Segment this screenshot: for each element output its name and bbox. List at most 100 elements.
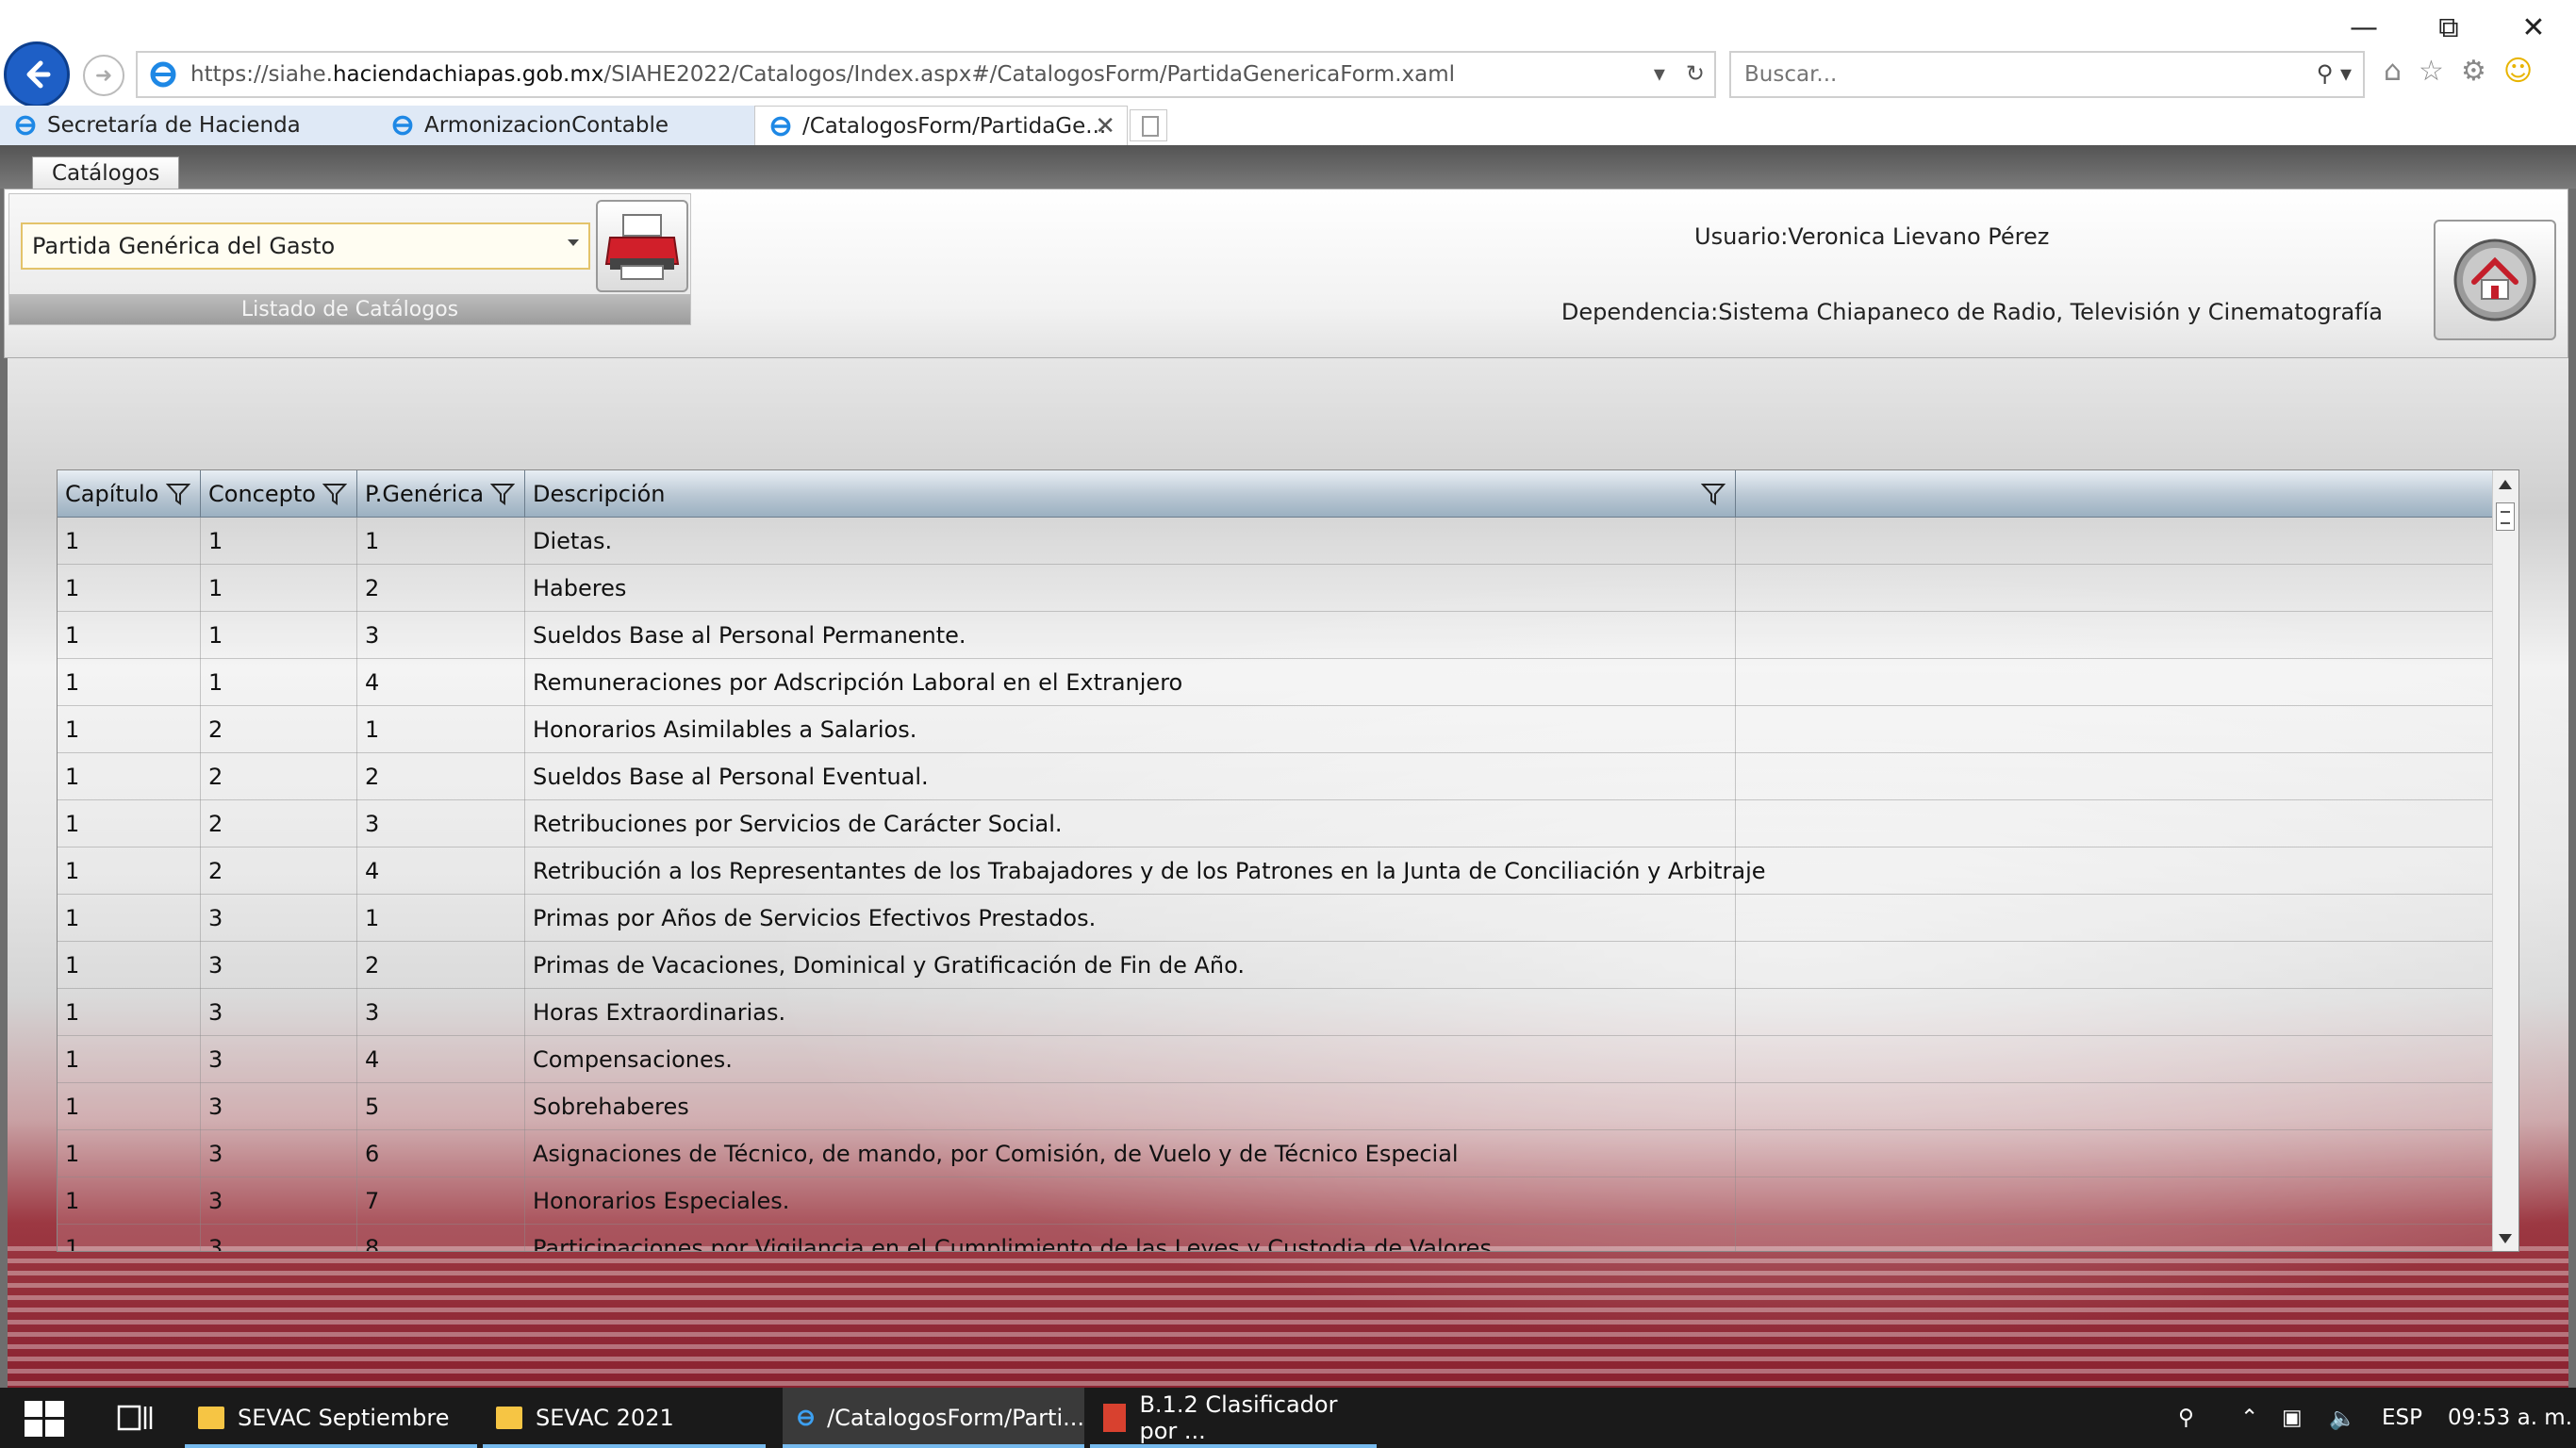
cell-capitulo: 1 (58, 659, 201, 706)
column-header-label: Descripción (533, 481, 666, 507)
search-bar[interactable]: ⚲ ▾ (1729, 51, 2365, 98)
address-dropdown-icon[interactable]: ▾ (1654, 60, 1665, 87)
cell-descripcion: Primas por Años de Servicios Efectivos P… (525, 895, 1736, 942)
cell-filler (1736, 1130, 2494, 1177)
vertical-scrollbar[interactable] (2492, 470, 2518, 1251)
cell-capitulo: 1 (58, 565, 201, 612)
table-row[interactable]: 1 3 4 Compensaciones. (58, 1036, 2494, 1083)
folder-icon (198, 1407, 224, 1429)
column-header-pgenerica[interactable]: P.Genérica (357, 470, 525, 518)
taskbar-item-clasificador-pdf[interactable]: B.1.2 Clasificador por ... (1090, 1388, 1377, 1448)
volume-icon[interactable]: 🔈 (2329, 1388, 2356, 1448)
cell-concepto: 3 (201, 1083, 357, 1130)
chevron-down-icon (568, 239, 579, 246)
address-bar[interactable]: https://siahe. haciendachiapas.gob.mx/SIA… (136, 51, 1716, 98)
people-icon[interactable]: ⚲ (2178, 1388, 2194, 1448)
tab-label: Secretaría de Hacienda (47, 113, 301, 138)
dependency-label: Dependencia: (1560, 299, 1719, 325)
gear-icon[interactable]: ⚙ (2461, 55, 2486, 88)
clock[interactable]: 09:53 a. m. (2448, 1388, 2572, 1448)
table-row[interactable]: 1 1 1 Dietas. (58, 518, 2494, 565)
cell-descripcion: Asignaciones de Técnico, de mando, por C… (525, 1130, 1736, 1177)
cell-concepto: 3 (201, 1177, 357, 1225)
table-row[interactable]: 1 1 2 Haberes (58, 565, 2494, 612)
cell-descripcion: Sobrehaberes (525, 1083, 1736, 1130)
search-icon[interactable]: ⚲ ▾ (2317, 60, 2352, 87)
cell-concepto: 1 (201, 565, 357, 612)
network-icon[interactable]: ▣ (2282, 1388, 2303, 1448)
taskbar-item-sevac-2021[interactable]: SEVAC 2021 (483, 1388, 766, 1448)
cell-descripcion: Compensaciones. (525, 1036, 1736, 1083)
table-row[interactable]: 1 3 2 Primas de Vacaciones, Dominical y Gra… (58, 942, 2494, 989)
table-row[interactable]: 1 1 3 Sueldos Base al Personal Permanente. (58, 612, 2494, 659)
table-row[interactable]: 1 3 8 Participaciones por Vigilancia en el … (58, 1225, 2494, 1251)
cell-filler (1736, 565, 2494, 612)
ie-icon (392, 115, 413, 136)
scroll-down-icon[interactable] (2499, 1234, 2512, 1243)
cell-pgenerica: 3 (357, 800, 525, 847)
windows-start-icon[interactable] (25, 1401, 64, 1437)
new-tab-button[interactable] (1130, 109, 1167, 141)
table-row[interactable]: 1 2 4 Retribución a los Representantes de l… (58, 847, 2494, 895)
cell-descripcion: Primas de Vacaciones, Dominical y Gratif… (525, 942, 1736, 989)
filter-icon[interactable] (1701, 482, 1726, 506)
table-row[interactable]: 1 1 4 Remuneraciones por Adscripción Labora… (58, 659, 2494, 706)
table-row[interactable]: 1 2 3 Retribuciones por Servicios de Caráct… (58, 800, 2494, 847)
back-button[interactable] (4, 41, 70, 107)
taskbar-item-ie-catalogos[interactable]: /CatalogosForm/Parti... (783, 1388, 1084, 1448)
column-header-filler (1736, 470, 2494, 518)
column-header-descripcion[interactable]: Descripción (525, 470, 1736, 518)
filter-icon[interactable] (490, 482, 515, 506)
table-row[interactable]: 1 3 6 Asignaciones de Técnico, de mando, po… (58, 1130, 2494, 1177)
catalog-select[interactable]: Partida Genérica del Gasto (21, 222, 590, 270)
cell-pgenerica: 4 (357, 1036, 525, 1083)
filter-icon[interactable] (166, 482, 190, 506)
home-browser-icon[interactable]: ⌂ (2384, 55, 2402, 88)
table-row[interactable]: 1 2 1 Honorarios Asimilables a Salarios. (58, 706, 2494, 753)
app-tab-row: Catálogos (0, 145, 2576, 189)
tab-catalogos-form[interactable]: /CatalogosForm/PartidaGe... ✕ (754, 106, 1128, 145)
refresh-icon[interactable]: ↻ (1686, 60, 1705, 87)
table-row[interactable]: 1 3 1 Primas por Años de Servicios Efectivo… (58, 895, 2494, 942)
back-arrow-icon (26, 60, 51, 89)
task-view-icon[interactable] (117, 1403, 153, 1433)
column-header-label: P.Genérica (365, 481, 485, 507)
forward-button[interactable]: ➜ (83, 55, 124, 96)
cell-concepto: 3 (201, 1225, 357, 1251)
cell-concepto: 2 (201, 847, 357, 895)
search-input[interactable] (1744, 62, 2235, 87)
language-indicator[interactable]: ESP (2382, 1388, 2422, 1448)
taskbar-item-label: SEVAC Septiembre (238, 1405, 450, 1431)
close-tab-icon[interactable]: ✕ (1095, 112, 1115, 140)
tab-secretaria-hacienda[interactable]: Secretaría de Hacienda (0, 106, 377, 145)
tab-catalogos[interactable]: Catálogos (32, 156, 180, 189)
catalog-group: Partida Genérica del Gasto Listado de Ca… (8, 193, 691, 325)
favorites-star-icon[interactable]: ☆ (2419, 55, 2444, 88)
table-row[interactable]: 1 3 3 Horas Extraordinarias. (58, 989, 2494, 1036)
table-row[interactable]: 1 2 2 Sueldos Base al Personal Eventual. (58, 753, 2494, 800)
filter-icon[interactable] (322, 482, 347, 506)
cell-concepto: 2 (201, 800, 357, 847)
taskbar-item-sevac-septiembre[interactable]: SEVAC Septiembre (185, 1388, 477, 1448)
table-row[interactable]: 1 3 5 Sobrehaberes (58, 1083, 2494, 1130)
cell-pgenerica: 8 (357, 1225, 525, 1251)
chevron-up-icon[interactable]: ⌃ (2240, 1388, 2258, 1448)
background-stripes (8, 1246, 2568, 1388)
column-header-label: Concepto (208, 481, 316, 507)
catalog-grid: Capítulo Concepto P.Genérica Descripción… (57, 469, 2519, 1252)
grid-header: Capítulo Concepto P.Genérica Descripción (58, 470, 2494, 518)
feedback-smiley-icon[interactable]: ☺ (2503, 55, 2533, 88)
column-header-concepto[interactable]: Concepto (201, 470, 357, 518)
tab-armonizacion-contable[interactable]: ArmonizacionContable (377, 106, 754, 145)
cell-concepto: 2 (201, 753, 357, 800)
scroll-thumb[interactable] (2496, 502, 2515, 531)
scroll-up-icon[interactable] (2499, 480, 2512, 489)
column-header-capitulo[interactable]: Capítulo (58, 470, 201, 518)
taskbar-item-label: SEVAC 2021 (536, 1405, 674, 1431)
cell-concepto: 3 (201, 989, 357, 1036)
user-label: Usuario: (1694, 223, 1789, 250)
print-button[interactable] (596, 200, 688, 292)
cell-pgenerica: 7 (357, 1177, 525, 1225)
home-button[interactable] (2434, 220, 2556, 340)
table-row[interactable]: 1 3 7 Honorarios Especiales. (58, 1177, 2494, 1225)
